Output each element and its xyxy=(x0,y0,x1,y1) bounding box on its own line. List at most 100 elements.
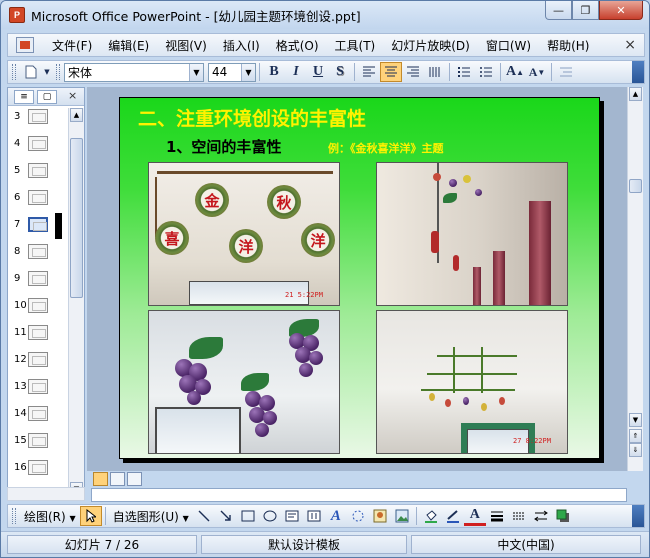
design-icon[interactable] xyxy=(555,62,577,82)
dash-style-icon[interactable] xyxy=(508,506,530,526)
line-color-icon[interactable] xyxy=(442,506,464,526)
current-slide[interactable]: 二、注重环境创设的丰富性 1、空间的丰富性 例：《金秋喜洋洋》主题 金 秋 喜 … xyxy=(119,97,600,459)
vertical-textbox-icon[interactable] xyxy=(303,506,325,526)
minimize-button[interactable]: — xyxy=(545,1,572,20)
slide-thumbnail-image[interactable] xyxy=(28,109,48,124)
slide-thumbnail[interactable]: 5 xyxy=(8,162,68,182)
align-left-icon[interactable] xyxy=(358,62,380,82)
restore-button[interactable]: ❐ xyxy=(572,1,599,20)
font-name-select[interactable]: 宋体 ▼ xyxy=(64,62,204,82)
slide-thumbnail[interactable]: 16 xyxy=(8,459,68,479)
slide-thumbnail[interactable]: 6 xyxy=(8,189,68,209)
decrease-font-button[interactable]: A ▼ xyxy=(526,62,548,82)
slide-thumbnail[interactable]: 11 xyxy=(8,324,68,344)
scroll-down-icon[interactable]: ▼ xyxy=(629,413,642,427)
menu-view[interactable]: 视图(V) xyxy=(157,37,215,54)
menu-format[interactable]: 格式(O) xyxy=(268,37,327,54)
line-style-icon[interactable] xyxy=(486,506,508,526)
diagram-icon[interactable] xyxy=(347,506,369,526)
slideshow-view-icon[interactable] xyxy=(127,472,142,486)
slides-pane-hscroll[interactable] xyxy=(7,487,85,501)
slide-thumbnail[interactable]: 7 xyxy=(8,213,68,239)
scroll-up-icon[interactable]: ▲ xyxy=(70,108,83,122)
scrollbar-thumb[interactable] xyxy=(70,138,83,298)
notes-pane[interactable] xyxy=(91,488,627,502)
bold-button[interactable]: B xyxy=(263,62,285,82)
close-button[interactable]: ✕ xyxy=(599,1,643,20)
vertical-text-icon[interactable] xyxy=(424,62,446,82)
photo-hanging-grid[interactable]: 27 8:22PM xyxy=(376,310,568,454)
toolbar-grip[interactable] xyxy=(12,508,16,524)
font-color-icon[interactable]: A xyxy=(463,506,486,526)
toolbar-grip[interactable] xyxy=(12,64,16,80)
toolbar-options-button[interactable] xyxy=(632,505,644,527)
oval-tool-icon[interactable] xyxy=(259,506,281,526)
slide-example-note[interactable]: 例：《金秋喜洋洋》主题 xyxy=(328,140,444,156)
select-pointer-icon[interactable] xyxy=(79,506,102,526)
slide-thumbnail-image[interactable] xyxy=(28,271,48,286)
slide-subtitle[interactable]: 1、空间的丰富性 xyxy=(166,136,281,157)
slide-thumbnail-image[interactable] xyxy=(28,163,48,178)
shadow-button[interactable]: S xyxy=(329,62,351,82)
slide-thumbnail-image[interactable] xyxy=(28,298,48,313)
autoshapes-menu-button[interactable]: 自选图形(U) ▼ xyxy=(109,508,193,525)
wordart-icon[interactable]: A xyxy=(325,506,347,526)
slide-thumbnail[interactable]: 9 xyxy=(8,270,68,290)
textbox-tool-icon[interactable] xyxy=(281,506,303,526)
slide-thumbnail-image[interactable] xyxy=(28,217,48,232)
slide-thumbnail-image[interactable] xyxy=(28,352,48,367)
new-document-icon[interactable] xyxy=(20,62,42,82)
menu-edit[interactable]: 编辑(E) xyxy=(100,37,157,54)
chevron-down-icon[interactable]: ▼ xyxy=(189,63,203,81)
menu-insert[interactable]: 插入(I) xyxy=(215,37,268,54)
photo-hanging-discs[interactable]: 金 秋 喜 洋 洋 21 5:22PM xyxy=(148,162,340,306)
scrollbar-thumb[interactable] xyxy=(629,179,642,193)
slide-thumbnail[interactable]: 13 xyxy=(8,378,68,398)
slide-thumbnail[interactable]: 3 xyxy=(8,108,68,128)
slide-thumbnail-image[interactable] xyxy=(28,325,48,340)
slide-thumbnail[interactable]: 14 xyxy=(8,405,68,425)
picture-icon[interactable] xyxy=(391,506,413,526)
italic-button[interactable]: I xyxy=(285,62,307,82)
draw-menu-button[interactable]: 绘图(R) ▼ xyxy=(20,508,80,525)
pane-close-button[interactable]: × xyxy=(68,89,77,102)
document-icon[interactable] xyxy=(16,37,34,53)
status-design-template[interactable]: 默认设计模板 xyxy=(201,535,407,554)
rectangle-tool-icon[interactable] xyxy=(237,506,259,526)
slide-thumbnail-image[interactable] xyxy=(28,433,48,448)
line-tool-icon[interactable] xyxy=(193,506,215,526)
slide-thumbnail[interactable]: 12 xyxy=(8,351,68,371)
arrow-style-icon[interactable] xyxy=(530,506,552,526)
photo-corridor[interactable] xyxy=(376,162,568,306)
slide-scrollbar[interactable]: ▲ ▼ ⇑ ⇓ xyxy=(627,87,643,471)
normal-view-icon[interactable] xyxy=(93,472,108,486)
powerpoint-app-icon[interactable]: P xyxy=(9,7,25,23)
slide-thumbnail[interactable]: 4 xyxy=(8,135,68,155)
underline-button[interactable]: U xyxy=(307,62,329,82)
align-center-icon[interactable] xyxy=(380,62,402,82)
menu-tools[interactable]: 工具(T) xyxy=(327,37,384,54)
previous-slide-icon[interactable]: ⇑ xyxy=(629,429,642,443)
align-right-icon[interactable] xyxy=(402,62,424,82)
slide-sorter-view-icon[interactable] xyxy=(110,472,125,486)
font-size-select[interactable]: 44 ▼ xyxy=(208,62,256,82)
menu-slideshow[interactable]: 幻灯片放映(D) xyxy=(383,37,478,54)
toolbar-options-button[interactable] xyxy=(632,61,644,83)
menu-help[interactable]: 帮助(H) xyxy=(539,37,597,54)
increase-font-button[interactable]: A ▲ xyxy=(504,62,526,82)
menu-window[interactable]: 窗口(W) xyxy=(478,37,539,54)
next-slide-icon[interactable]: ⇓ xyxy=(629,443,642,457)
slides-tab[interactable]: ▢ xyxy=(37,89,57,104)
clipart-icon[interactable] xyxy=(369,506,391,526)
chevron-down-icon[interactable]: ▼ xyxy=(241,63,255,81)
arrow-tool-icon[interactable] xyxy=(215,506,237,526)
slide-thumbnail-image[interactable] xyxy=(28,379,48,394)
document-close-button[interactable]: × xyxy=(624,37,636,53)
fill-color-icon[interactable] xyxy=(420,506,442,526)
slide-thumbnail-image[interactable] xyxy=(28,460,48,475)
slide-thumbnail-image[interactable] xyxy=(28,190,48,205)
photo-grape-clusters[interactable] xyxy=(148,310,340,454)
slide-title[interactable]: 二、注重环境创设的丰富性 xyxy=(138,104,366,131)
numbered-list-icon[interactable] xyxy=(453,62,475,82)
toolbar-grip[interactable] xyxy=(56,64,60,80)
